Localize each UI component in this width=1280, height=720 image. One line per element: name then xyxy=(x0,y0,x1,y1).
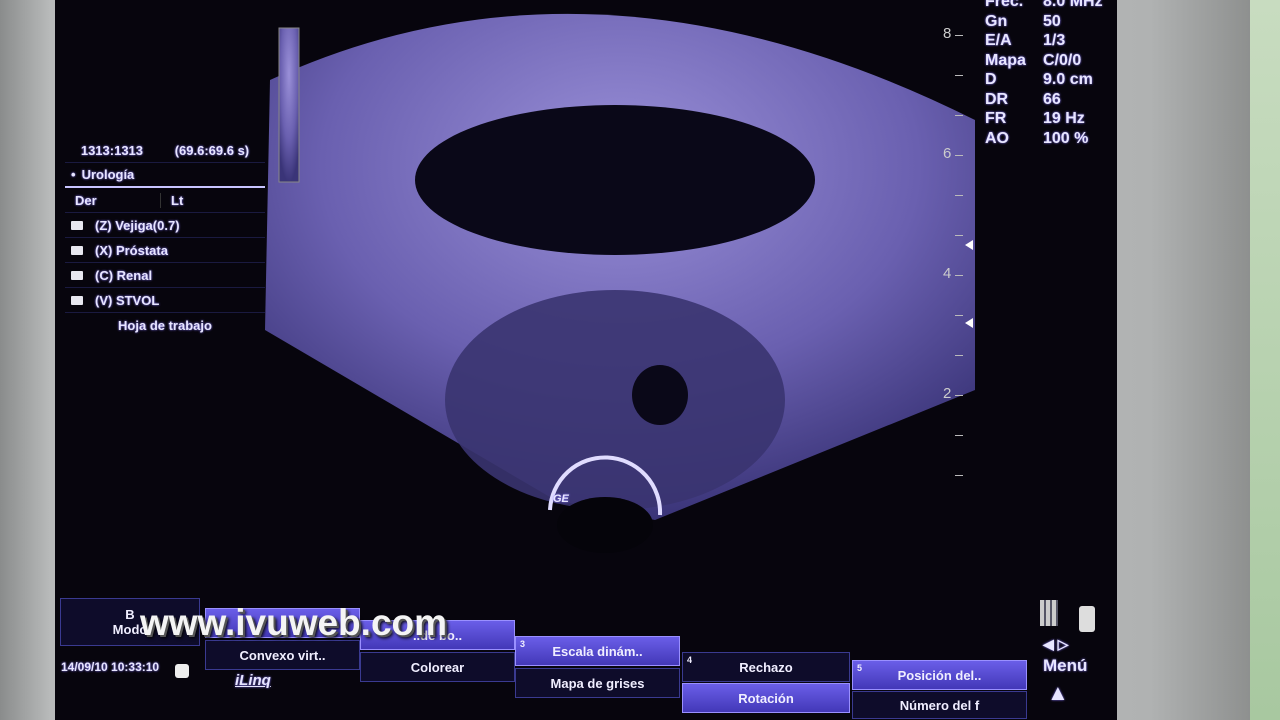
ultrasound-image xyxy=(265,13,975,553)
folder-icon xyxy=(71,220,83,230)
softkey-label: Posición del.. xyxy=(897,667,982,683)
param-key: FR xyxy=(985,110,1007,127)
grid-view-icon[interactable] xyxy=(1040,600,1058,626)
param-value: 9.0 cm xyxy=(1043,71,1093,88)
parameter-panel: Frec. 8.0 MHz Gn 50 E/A 1/3 Mapa C/0/0 D 9.0 … xyxy=(985,0,1103,148)
softkey-label: Convexo virt.. xyxy=(239,647,326,663)
folder-label: (V) STVOL xyxy=(95,292,160,308)
folder-item[interactable]: (V) STVOL xyxy=(65,288,265,313)
softkey-label: Número del f xyxy=(899,697,980,713)
param-value: 50 xyxy=(1043,12,1061,30)
datetime: 14/09/10 10:33:10 xyxy=(61,660,160,674)
bladder xyxy=(415,105,815,255)
watermark: www.ivuweb.com xyxy=(140,602,448,643)
softkey-label: Colorear xyxy=(410,659,465,675)
grayscale-bar xyxy=(278,27,300,183)
cyst xyxy=(632,365,688,425)
softkey-label: Rechazo xyxy=(739,659,793,675)
side-left-toggle[interactable]: Lt xyxy=(160,192,183,208)
folder-item[interactable]: (X) Próstata xyxy=(65,238,265,263)
softkey-number: 3 xyxy=(520,639,526,649)
side-right-toggle[interactable]: Der xyxy=(65,193,160,208)
param-value: 8.0 MHz xyxy=(1043,0,1103,10)
cine-time: (69.6:69.6 s) xyxy=(174,142,250,158)
folder-item[interactable]: (Z) Vejiga(0.7) xyxy=(65,213,265,238)
page-arrows-icon[interactable]: ◀ ▷ xyxy=(1043,636,1068,653)
folder-icon xyxy=(71,295,83,305)
probe-label: GE xyxy=(553,493,569,505)
worksheet-label: Hoja de trabajo xyxy=(118,318,212,333)
param-value: 66 xyxy=(1043,90,1061,108)
softkey-number: 5 xyxy=(857,663,863,673)
menu-label[interactable]: Menú xyxy=(1043,656,1087,676)
depth-label: 4 xyxy=(943,265,952,282)
exam-label: Urología xyxy=(81,167,135,182)
depth-label: 2 xyxy=(943,385,952,402)
prostate xyxy=(445,290,785,510)
mapa-de-grises-button[interactable]: Mapa de grises xyxy=(515,668,680,698)
folder-icon xyxy=(71,245,83,255)
softkey-number: 4 xyxy=(687,655,693,665)
param-value: C/0/0 xyxy=(1043,51,1082,69)
param-key: E/A xyxy=(985,32,1012,49)
param-key: DR xyxy=(985,90,1009,108)
numero-del-f-button[interactable]: Número del f xyxy=(852,691,1027,719)
softkey-label: Mapa de grises xyxy=(550,675,645,691)
param-key: Mapa xyxy=(985,51,1026,69)
escala-dinamica-button[interactable]: 3 Escala dinám.. xyxy=(515,636,680,666)
trash-icon[interactable] xyxy=(1079,606,1095,632)
colorear-button[interactable]: Colorear xyxy=(360,652,515,682)
lock-icon xyxy=(175,664,189,678)
folder-item[interactable]: (C) Renal xyxy=(65,263,265,288)
param-key: Gn xyxy=(985,12,1008,30)
convexo-virt-button[interactable]: Convexo virt.. xyxy=(205,640,360,670)
param-value: 100 % xyxy=(1043,129,1089,147)
folder-label: (C) Renal xyxy=(95,267,153,283)
worksheet-button[interactable]: Hoja de trabajo xyxy=(65,313,265,338)
folder-icon xyxy=(71,270,83,280)
rotacion-button[interactable]: Rotación xyxy=(682,683,850,713)
param-key: Frec. xyxy=(985,0,1024,10)
measurement-panel: 1313:1313 (69.6:69.6 s) • Urología Der Lt (… xyxy=(65,138,265,338)
folder-label: (Z) Vejiga(0.7) xyxy=(95,217,180,233)
softkey-label: Escala dinám.. xyxy=(552,643,643,659)
posicion-button[interactable]: 5 Posición del.. xyxy=(852,660,1027,690)
softkey-label: Rotación xyxy=(738,690,794,706)
depth-label: 6 xyxy=(943,145,952,162)
trackball-arrows-icon[interactable]: ▲ xyxy=(1047,680,1069,706)
mode-label: B xyxy=(125,607,135,622)
ilinq-logo: iLinq xyxy=(235,672,271,689)
rechazo-button[interactable]: 4 Rechazo xyxy=(682,652,850,682)
param-key: D xyxy=(985,71,997,88)
depth-label: 8 xyxy=(943,25,952,42)
frame-counter: 1313:1313 xyxy=(80,142,144,158)
folder-label: (X) Próstata xyxy=(95,242,168,258)
exam-tab[interactable]: • Urología xyxy=(65,163,265,188)
param-value: 1/3 xyxy=(1043,32,1066,49)
param-key: AO xyxy=(985,129,1009,147)
param-value: 19 Hz xyxy=(1043,110,1085,127)
